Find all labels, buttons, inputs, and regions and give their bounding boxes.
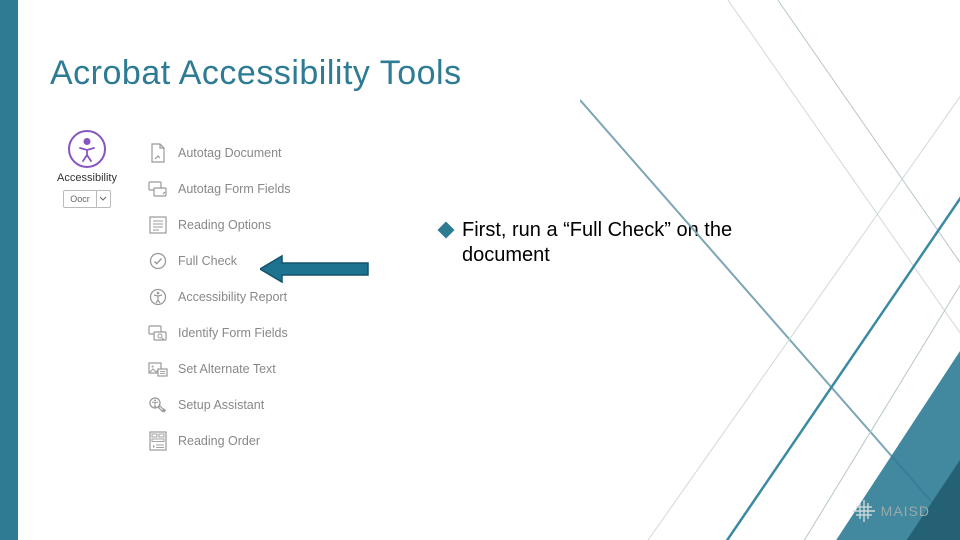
- tool-reading-options[interactable]: Reading Options: [148, 207, 328, 243]
- slide: Acrobat Accessibility Tools Accessibilit…: [0, 0, 960, 540]
- reading-order-icon: [148, 431, 168, 451]
- form-fields-tag-icon: [148, 179, 168, 199]
- tool-autotag-document[interactable]: Autotag Document: [148, 135, 328, 171]
- reading-options-icon: [148, 215, 168, 235]
- callout-arrow-icon: [260, 254, 370, 284]
- slide-title: Acrobat Accessibility Tools: [50, 54, 462, 93]
- diamond-bullet-icon: [438, 222, 455, 239]
- tool-label: Accessibility Report: [178, 290, 287, 304]
- identify-form-fields-icon: [148, 323, 168, 343]
- tool-label: Setup Assistant: [178, 398, 264, 412]
- tool-label: Autotag Form Fields: [178, 182, 291, 196]
- slide-left-accent-bar: [0, 0, 18, 540]
- tool-label: Autotag Document: [178, 146, 282, 160]
- tool-label: Reading Order: [178, 434, 260, 448]
- tool-label: Reading Options: [178, 218, 271, 232]
- decorative-diagonal-lines: [580, 0, 960, 540]
- tool-accessibility-report[interactable]: Accessibility Report: [148, 279, 328, 315]
- accessibility-label: Accessibility: [48, 172, 126, 184]
- document-tag-icon: [148, 143, 168, 163]
- tool-label: Set Alternate Text: [178, 362, 276, 376]
- tool-label: Full Check: [178, 254, 237, 268]
- tool-set-alternate-text[interactable]: Set Alternate Text: [148, 351, 328, 387]
- tool-reading-order[interactable]: Reading Order: [148, 423, 328, 459]
- chevron-down-icon: [96, 191, 110, 207]
- check-circle-icon: [148, 251, 168, 271]
- bullet-text: First, run a “Full Check” on the documen…: [462, 218, 760, 268]
- accessibility-tool-list: Autotag Document Autotag Form Fields Rea…: [148, 135, 328, 459]
- footer-brand: MAISD: [853, 500, 930, 522]
- accessibility-report-icon: [148, 287, 168, 307]
- accessibility-icon: [68, 130, 106, 168]
- tool-identify-form-fields[interactable]: Identify Form Fields: [148, 315, 328, 351]
- bullet-item: First, run a “Full Check” on the documen…: [440, 218, 760, 268]
- accessibility-dropdown[interactable]: Oocr: [63, 190, 111, 208]
- tool-label: Identify Form Fields: [178, 326, 288, 340]
- tool-setup-assistant[interactable]: Setup Assistant: [148, 387, 328, 423]
- brand-name: MAISD: [881, 503, 930, 519]
- alternate-text-icon: [148, 359, 168, 379]
- accessibility-panel-header: Accessibility Oocr: [48, 130, 126, 208]
- brand-logo-icon: [853, 500, 875, 522]
- tool-autotag-form-fields[interactable]: Autotag Form Fields: [148, 171, 328, 207]
- accessibility-dropdown-value: Oocr: [64, 194, 96, 204]
- setup-assistant-icon: [148, 395, 168, 415]
